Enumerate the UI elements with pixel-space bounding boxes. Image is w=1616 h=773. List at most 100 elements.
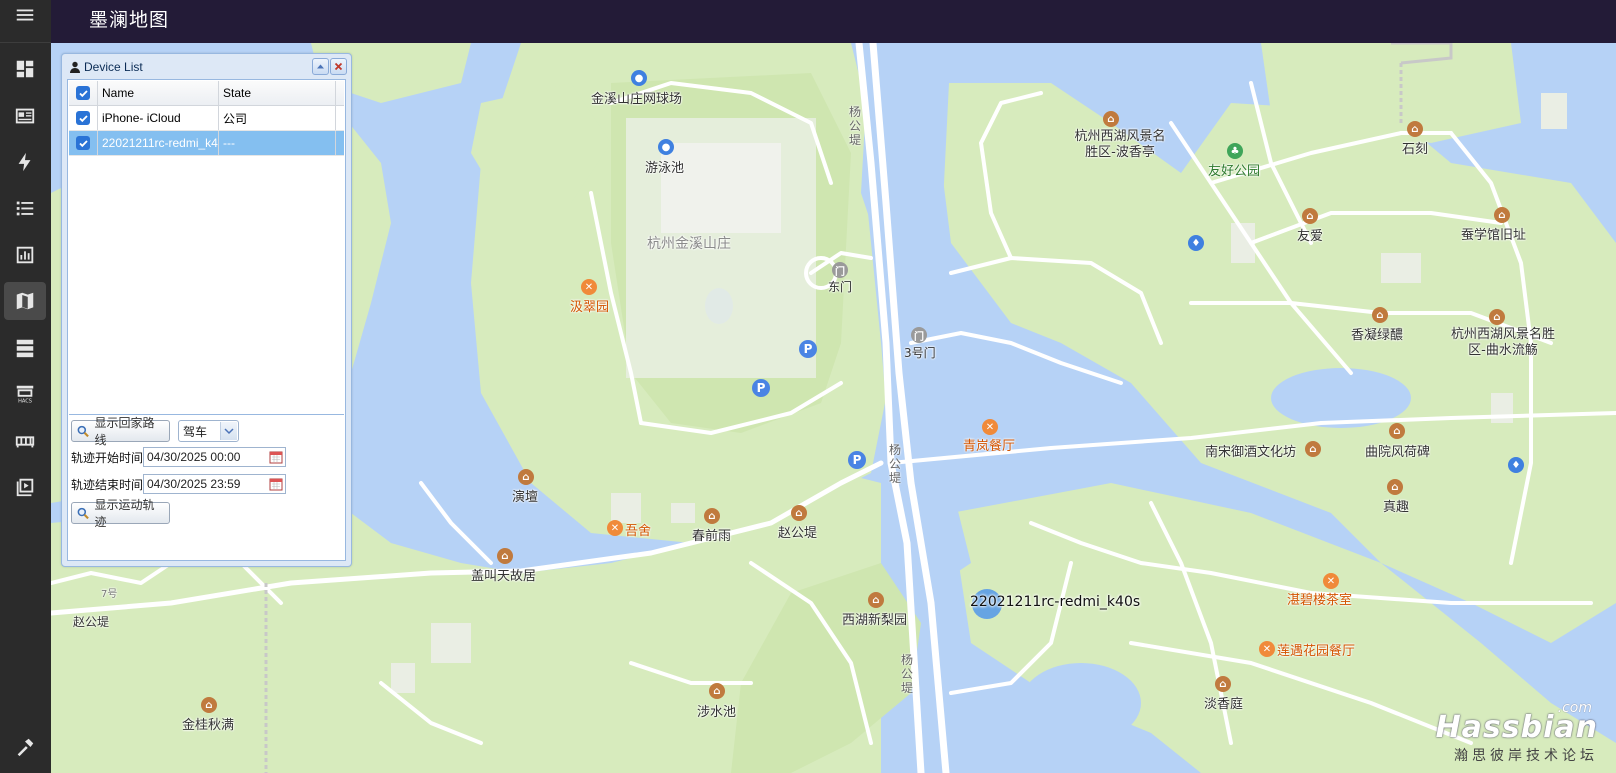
table-row[interactable]: 22021211rc-redmi_k40s --- [69,131,344,156]
toilet-icon: ♦ [1188,235,1204,251]
poi-label[interactable]: 青岚餐厅 [963,435,1015,454]
track-end-input[interactable]: 04/30/2025 23:59 [143,474,286,494]
device-marker-label[interactable]: 22021211rc-redmi_k40s [970,594,1140,610]
dropdown-arrow[interactable] [220,422,237,440]
row-checkbox[interactable] [76,136,90,150]
sidebar: HACS [0,0,52,773]
poi-label[interactable]: 友好公园 [1208,160,1260,179]
parking-icon[interactable]: P [752,379,770,397]
tennis-icon: ● [631,70,647,86]
poi-label[interactable]: 赵公堤 [778,522,817,541]
media-icon [16,478,34,497]
svg-text:HACS: HACS [18,398,32,404]
poi-label-area[interactable]: 杭州金溪山庄 [647,233,731,253]
show-route-home-button[interactable]: 显示回家路线 [71,416,170,447]
select-all-checkbox[interactable] [76,86,90,100]
poi-label[interactable]: 石刻 [1402,138,1428,157]
landmark-icon: ⌂ [1494,207,1510,223]
swimming-icon: ● [658,139,674,155]
poi-label[interactable]: 盖叫天故居 [471,565,536,584]
sidebar-item-energy[interactable] [4,143,46,181]
sidebar-item-hacs[interactable]: HACS [4,375,46,413]
sidebar-item-developer-tools[interactable] [4,728,46,766]
poi-label[interactable]: 涉水池 [697,701,736,720]
poi-label[interactable]: 赵公堤 [73,613,109,630]
poi-label[interactable]: 香凝绿醲 [1351,324,1403,343]
sidebar-item-overview[interactable] [4,50,46,88]
landmark-icon: ⌂ [1387,479,1403,495]
poi-label[interactable]: 南宋御酒文化坊 [1205,441,1296,460]
street-label: 杨公堤 [900,653,913,695]
poi-label[interactable]: 东门 [828,278,852,295]
restaurant-icon: ✕ [982,419,998,435]
panel-title: Device List [84,59,143,74]
close-button[interactable] [330,58,347,75]
search-icon [77,425,89,437]
track-start-input[interactable]: 04/30/2025 00:00 [143,447,286,467]
poi-label[interactable]: 莲遇花园餐厅 [1277,640,1355,659]
calendar-icon[interactable] [269,477,283,491]
check-icon [78,139,88,147]
poi-label[interactable]: 杭州西湖风景名胜区-曲水流觞 [1444,327,1562,359]
gate-icon: 门 [911,327,927,343]
landmark-icon: ⌂ [497,548,513,564]
select-all-checkbox-cell[interactable] [69,81,98,105]
sidebar-divider [0,42,51,43]
hacs-store-icon: HACS [16,385,34,404]
poi-label[interactable]: 湛碧楼茶室 [1287,589,1352,608]
show-track-button[interactable]: 显示运动轨迹 [71,498,170,529]
show-track-label: 显示运动轨迹 [94,498,155,529]
poi-label[interactable]: 杭州西湖风景名胜区-波香亭 [1070,129,1170,161]
sidebar-item-history[interactable] [4,236,46,274]
search-icon [77,507,89,519]
travel-mode-select[interactable]: 驾车 [178,420,239,442]
poi-label[interactable]: 3号门 [904,344,936,361]
menu-toggle-button[interactable] [4,0,46,34]
device-state-cell: --- [219,131,336,155]
poi-label[interactable]: 汲翠园 [570,296,609,315]
parking-icon[interactable]: P [848,451,866,469]
device-name-cell: iPhone- iCloud [98,106,219,130]
page-title: 墨澜地图 [89,9,170,31]
poi-label[interactable]: 游泳池 [645,157,684,176]
poi-label[interactable]: 演壇 [512,486,538,505]
device-name-cell: 22021211rc-redmi_k40s [98,131,219,155]
sidebar-item-todo[interactable] [4,189,46,227]
track-start-label: 轨迹开始时间 [71,451,144,465]
road-number-label: 7号 [101,589,118,600]
poi-label[interactable]: 真趣 [1383,496,1409,515]
sidebar-item-memory[interactable] [4,422,46,460]
landmark-icon: ⌂ [1407,121,1423,137]
row-checkbox-cell[interactable] [69,106,98,130]
poi-label[interactable]: 西湖新梨园 [842,609,907,628]
dashboard-icon [16,60,34,78]
landmark-icon: ⌂ [1305,441,1321,457]
poi-label[interactable]: 春前雨 [692,525,731,544]
device-state-cell: 公司 [219,106,336,130]
poi-label[interactable]: 友爱 [1297,225,1323,244]
column-header-state[interactable]: State [219,81,336,105]
poi-label[interactable]: 淡香庭 [1204,693,1243,712]
collapse-button[interactable] [312,58,329,75]
poi-label[interactable]: 金溪山庄网球场 [591,88,682,107]
parking-icon[interactable]: P [799,340,817,358]
sidebar-item-media[interactable] [4,468,46,506]
poi-label[interactable]: 金桂秋满 [182,714,234,733]
sidebar-item-logbook[interactable] [4,97,46,135]
show-route-home-label: 显示回家路线 [94,416,155,447]
poi-label[interactable]: 曲院风荷碑 [1365,441,1430,460]
sidebar-item-server[interactable] [4,329,46,367]
top-header: 墨澜地图 [51,0,1616,43]
panel-header[interactable]: Device List [62,54,351,79]
row-checkbox-cell[interactable] [69,131,98,155]
row-checkbox[interactable] [76,111,90,125]
memory-icon [15,436,35,448]
check-icon [78,89,88,97]
poi-label[interactable]: 蚕学馆旧址 [1461,224,1526,243]
sidebar-item-map[interactable] [4,282,46,320]
restaurant-icon: ✕ [607,520,623,536]
table-row[interactable]: iPhone- iCloud 公司 [69,106,344,131]
column-header-name[interactable]: Name [98,81,219,105]
poi-label[interactable]: 吾舍 [625,520,651,539]
calendar-icon[interactable] [269,450,283,464]
